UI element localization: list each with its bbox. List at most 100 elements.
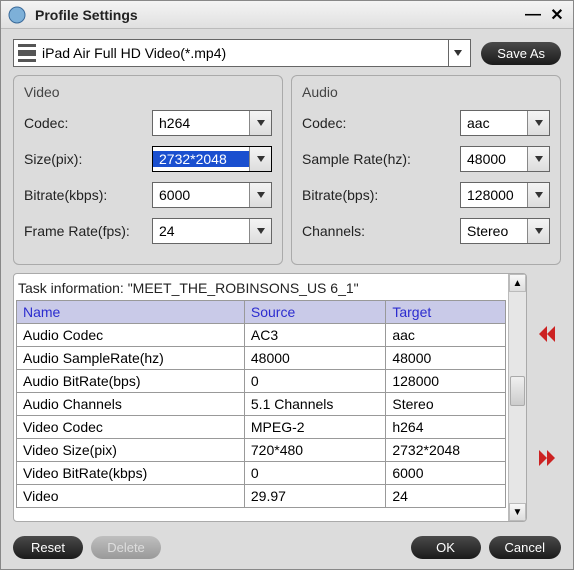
cell-name: Video Codec	[17, 416, 245, 439]
video-size-label: Size(pix):	[24, 151, 152, 167]
cancel-button[interactable]: Cancel	[489, 536, 561, 559]
close-button[interactable]: ✕	[547, 5, 567, 25]
cell-source: 0	[244, 370, 385, 393]
video-bitrate-label: Bitrate(kbps):	[24, 187, 152, 203]
cell-target: 6000	[386, 462, 506, 485]
table-row[interactable]: Audio BitRate(bps)0128000	[17, 370, 506, 393]
table-row[interactable]: Video Size(pix)720*4802732*2048	[17, 439, 506, 462]
app-icon	[7, 5, 27, 25]
table-row[interactable]: Audio CodecAC3aac	[17, 324, 506, 347]
save-as-button[interactable]: Save As	[481, 42, 561, 65]
cell-name: Audio Channels	[17, 393, 245, 416]
chevron-down-icon[interactable]	[249, 183, 271, 207]
table-row[interactable]: Video CodecMPEG-2h264	[17, 416, 506, 439]
profile-row: iPad Air Full HD Video(*.mp4) Save As	[13, 39, 561, 67]
audio-codec-select[interactable]: aac	[460, 110, 550, 136]
audio-samplerate-value: 48000	[461, 151, 527, 167]
video-group: Video Codec: h264 Size(pix): 2732*2048	[13, 75, 283, 265]
film-icon	[18, 44, 36, 62]
audio-channels-value: Stereo	[461, 223, 527, 239]
chevron-down-icon[interactable]	[527, 219, 549, 243]
audio-channels-select[interactable]: Stereo	[460, 218, 550, 244]
cell-name: Audio Codec	[17, 324, 245, 347]
video-codec-label: Codec:	[24, 115, 152, 131]
scroll-down-button[interactable]: ▼	[509, 503, 526, 521]
settings-columns: Video Codec: h264 Size(pix): 2732*2048	[13, 75, 561, 265]
audio-samplerate-select[interactable]: 48000	[460, 146, 550, 172]
task-table: Name Source Target Audio CodecAC3aacAudi…	[16, 300, 506, 508]
profile-select[interactable]: iPad Air Full HD Video(*.mp4)	[13, 39, 471, 67]
footer: Reset Delete OK Cancel	[1, 528, 573, 569]
cell-source: 5.1 Channels	[244, 393, 385, 416]
cell-name: Video	[17, 485, 245, 508]
cell-target: 24	[386, 485, 506, 508]
col-source[interactable]: Source	[244, 301, 385, 324]
audio-bitrate-select[interactable]: 128000	[460, 182, 550, 208]
vertical-scrollbar[interactable]: ▲ ▼	[508, 274, 526, 521]
video-size-value: 2732*2048	[153, 151, 249, 167]
video-legend: Video	[24, 84, 272, 100]
chevron-down-icon[interactable]	[249, 111, 271, 135]
audio-group: Audio Codec: aac Sample Rate(hz): 48000	[291, 75, 561, 265]
profile-settings-window: Profile Settings — ✕ iPad Air Full HD Vi…	[0, 0, 574, 570]
table-row[interactable]: Video29.9724	[17, 485, 506, 508]
audio-bitrate-value: 128000	[461, 187, 527, 203]
video-codec-select[interactable]: h264	[152, 110, 272, 136]
scroll-up-button[interactable]: ▲	[509, 274, 526, 292]
table-row[interactable]: Audio SampleRate(hz)4800048000	[17, 347, 506, 370]
profile-label: iPad Air Full HD Video(*.mp4)	[42, 45, 448, 61]
chevron-down-icon[interactable]	[249, 147, 271, 171]
table-row[interactable]: Audio Channels5.1 ChannelsStereo	[17, 393, 506, 416]
side-arrows	[533, 273, 561, 522]
prev-task-button[interactable]	[536, 323, 558, 348]
video-framerate-value: 24	[153, 223, 249, 239]
cell-target: aac	[386, 324, 506, 347]
cell-source: AC3	[244, 324, 385, 347]
minimize-button[interactable]: —	[523, 5, 543, 25]
delete-button[interactable]: Delete	[91, 536, 161, 559]
window-title: Profile Settings	[31, 7, 519, 23]
task-scroll[interactable]: Task information: "MEET_THE_ROBINSONS_US…	[14, 274, 508, 521]
cell-source: 720*480	[244, 439, 385, 462]
reset-button[interactable]: Reset	[13, 536, 83, 559]
chevron-down-icon[interactable]	[527, 147, 549, 171]
cell-name: Audio BitRate(bps)	[17, 370, 245, 393]
col-name[interactable]: Name	[17, 301, 245, 324]
cell-name: Video BitRate(kbps)	[17, 462, 245, 485]
video-bitrate-select[interactable]: 6000	[152, 182, 272, 208]
cell-source: 29.97	[244, 485, 385, 508]
audio-codec-value: aac	[461, 115, 527, 131]
chevron-down-icon[interactable]	[527, 183, 549, 207]
cell-target: h264	[386, 416, 506, 439]
titlebar: Profile Settings — ✕	[1, 1, 573, 29]
col-target[interactable]: Target	[386, 301, 506, 324]
task-title: Task information: "MEET_THE_ROBINSONS_US…	[16, 276, 506, 300]
chevron-down-icon[interactable]	[448, 40, 466, 66]
video-bitrate-value: 6000	[153, 187, 249, 203]
cell-source: MPEG-2	[244, 416, 385, 439]
ok-button[interactable]: OK	[411, 536, 481, 559]
cell-source: 0	[244, 462, 385, 485]
chevron-down-icon[interactable]	[249, 219, 271, 243]
table-row[interactable]: Video BitRate(kbps)06000	[17, 462, 506, 485]
chevron-down-icon[interactable]	[527, 111, 549, 135]
next-task-button[interactable]	[536, 447, 558, 472]
cell-target: 48000	[386, 347, 506, 370]
task-area: Task information: "MEET_THE_ROBINSONS_US…	[13, 273, 561, 522]
cell-target: Stereo	[386, 393, 506, 416]
audio-samplerate-label: Sample Rate(hz):	[302, 151, 460, 167]
cell-name: Video Size(pix)	[17, 439, 245, 462]
cell-target: 2732*2048	[386, 439, 506, 462]
video-framerate-select[interactable]: 24	[152, 218, 272, 244]
content-area: iPad Air Full HD Video(*.mp4) Save As Vi…	[1, 29, 573, 528]
scroll-thumb[interactable]	[510, 376, 525, 406]
task-box: Task information: "MEET_THE_ROBINSONS_US…	[13, 273, 527, 522]
audio-bitrate-label: Bitrate(bps):	[302, 187, 460, 203]
video-framerate-label: Frame Rate(fps):	[24, 223, 152, 239]
video-size-select[interactable]: 2732*2048	[152, 146, 272, 172]
audio-channels-label: Channels:	[302, 223, 460, 239]
cell-source: 48000	[244, 347, 385, 370]
scroll-track[interactable]	[509, 292, 526, 503]
audio-codec-label: Codec:	[302, 115, 460, 131]
audio-legend: Audio	[302, 84, 550, 100]
